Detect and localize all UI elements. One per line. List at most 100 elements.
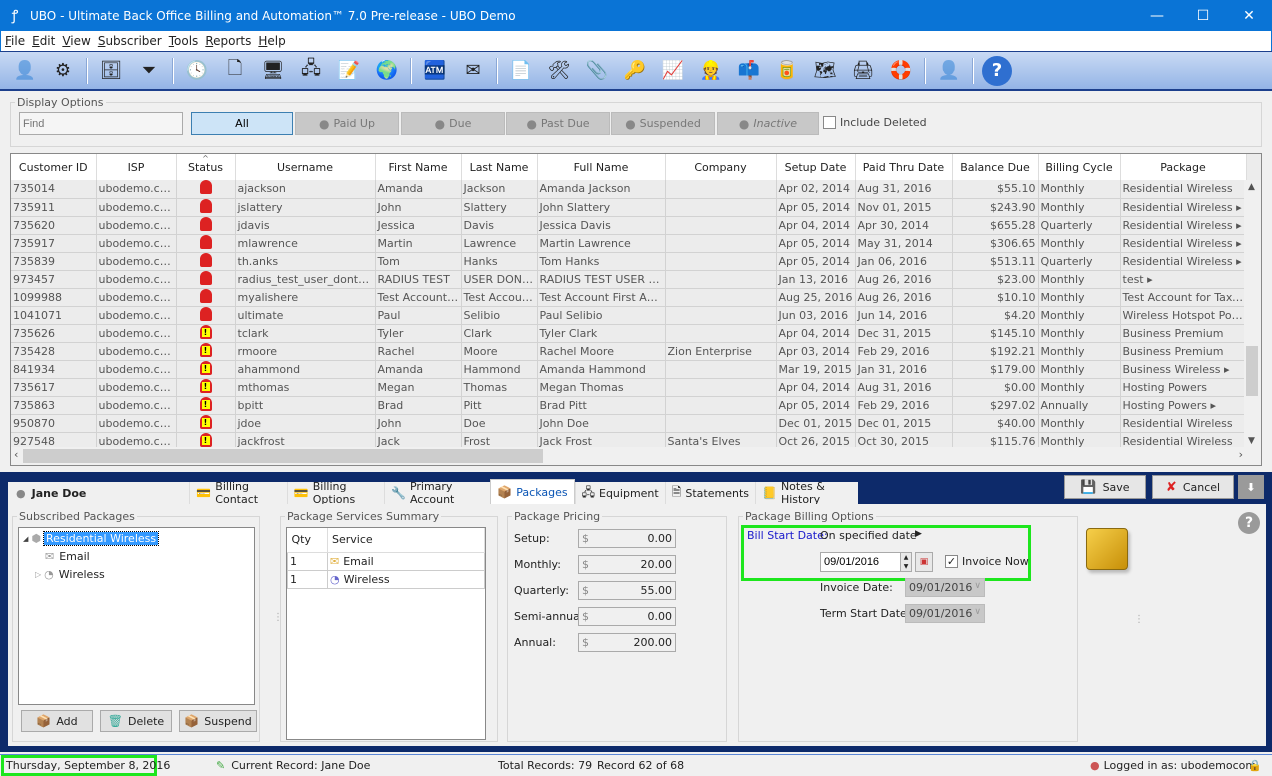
lifebuoy-icon[interactable]: 🛟: [886, 56, 916, 86]
filter-due-button[interactable]: ● Due: [401, 112, 505, 135]
minimize-button[interactable]: —: [1134, 0, 1180, 31]
collapse-button[interactable]: ⬇: [1238, 475, 1264, 499]
mailbox-icon[interactable]: 📫: [734, 56, 764, 86]
save-button[interactable]: 💾 Save: [1064, 475, 1146, 499]
close-button[interactable]: ✕: [1226, 0, 1272, 31]
filter-icon[interactable]: ⏷: [134, 56, 164, 86]
help-icon[interactable]: ?: [1238, 512, 1260, 534]
numbered-list-printer-icon[interactable]: 🖨: [848, 56, 878, 86]
table-row[interactable]: 735863ubodemo.com bpittBradPittBrad Pitt A…: [11, 396, 1247, 415]
globe-pin-icon[interactable]: 🌍: [372, 56, 402, 86]
menu-tools[interactable]: Tools: [169, 34, 199, 48]
menu-subscriber[interactable]: Subscriber: [98, 34, 162, 48]
filter-suspended-button[interactable]: ● Suspended: [611, 112, 715, 135]
table-row[interactable]: 735911 ubodemo.com jslattery John Slattery Jo…: [11, 198, 1247, 217]
filter-paid-up-button[interactable]: ● Paid Up: [295, 112, 399, 135]
column-header-package[interactable]: Package: [1120, 154, 1247, 180]
add-tool-note-icon[interactable]: 🛠: [544, 56, 574, 86]
price-field-setup[interactable]: $0.00: [578, 529, 676, 548]
add-note-icon[interactable]: 📄: [506, 56, 536, 86]
document-icon[interactable]: 🗋: [220, 56, 250, 86]
service-row[interactable]: 1 ✉ Email: [287, 551, 485, 571]
table-row[interactable]: 735617ubodemo.com mthomasMeganThomasMegan…: [11, 378, 1247, 397]
menu-edit[interactable]: Edit: [32, 34, 55, 48]
price-field-annual[interactable]: $200.00: [578, 633, 676, 652]
invoice-date-dropdown[interactable]: 09/01/2016 ∨: [905, 578, 985, 597]
splitter-grip[interactable]: ⋮: [1134, 615, 1144, 625]
menu-help[interactable]: Help: [258, 34, 285, 48]
technician-icon[interactable]: 👷: [696, 56, 726, 86]
column-header-company[interactable]: Company: [665, 154, 777, 180]
price-field-semi-annual[interactable]: $0.00: [578, 607, 676, 626]
tab-billing-contact[interactable]: 💳 Billing Contact: [189, 480, 286, 506]
column-header-setup-date[interactable]: Setup Date: [776, 154, 856, 180]
table-row[interactable]: 735428ubodemo.com rmooreRachelMooreRachel…: [11, 342, 1247, 361]
checkbox-box[interactable]: [823, 116, 836, 129]
tree-node-residential-wireless[interactable]: ◢ ⬢ Residential Wireless: [23, 531, 160, 546]
service-header[interactable]: Service: [327, 528, 485, 553]
email-money-icon[interactable]: ✉: [458, 56, 488, 86]
tree-node-wireless[interactable]: ▷ ◔ Wireless: [35, 568, 105, 581]
filter-inactive-button[interactable]: ● Inactive: [717, 112, 819, 135]
import-export-icon[interactable]: 🗄: [96, 56, 126, 86]
price-field-quarterly[interactable]: $55.00: [578, 581, 676, 600]
filter-all-button[interactable]: All: [191, 112, 293, 135]
grid-horizontal-scrollbar[interactable]: ‹ ›: [11, 447, 1261, 465]
help-icon[interactable]: ?: [982, 55, 1012, 86]
vertical-scroll-thumb[interactable]: [1246, 346, 1258, 396]
checklist-key-icon[interactable]: 🔑: [620, 56, 650, 86]
column-header-customer-id[interactable]: Customer ID: [11, 154, 97, 180]
tab-primary-account[interactable]: 🔧 Primary Account: [383, 480, 490, 506]
tab-billing-options[interactable]: 💳 Billing Options: [286, 480, 384, 506]
term-start-date-dropdown[interactable]: 09/01/2016 ∨: [905, 604, 985, 623]
add-attachment-icon[interactable]: 📎: [582, 56, 612, 86]
table-row[interactable]: 1041071 ubodemo.com ultimate Paul Selibio Pau…: [11, 306, 1247, 325]
menu-reports[interactable]: Reports: [205, 34, 251, 48]
packages-tree[interactable]: ◢ ⬢ Residential Wireless ✉ Email ▷ ◔ Wir…: [18, 527, 255, 705]
table-row[interactable]: 1099988 ubodemo.com myalishere Test Account…: [11, 288, 1247, 307]
table-row[interactable]: 841934ubodemo.com ahammondAmandaHammondAm…: [11, 360, 1247, 379]
table-row[interactable]: 735917 ubodemo.com mlawrence Martin Lawrence…: [11, 234, 1247, 253]
horizontal-scroll-thumb[interactable]: [23, 449, 543, 463]
clock-icon[interactable]: 🕓: [182, 56, 212, 86]
tab-packages[interactable]: 📦 Packages: [490, 479, 575, 504]
map-icon[interactable]: 🗺: [810, 56, 840, 86]
scroll-down-icon[interactable]: ▼: [1248, 436, 1255, 446]
user-computer-icon[interactable]: 🖥: [258, 56, 288, 86]
column-header-first-name[interactable]: First Name: [375, 154, 462, 180]
table-row[interactable]: 735626ubodemo.com tclarkTylerClarkTyler C…: [11, 324, 1247, 343]
date-spinner[interactable]: ▲ ▼: [900, 552, 912, 572]
calendar-button[interactable]: ▣: [915, 552, 933, 572]
find-input[interactable]: [19, 112, 183, 135]
column-header-last-name[interactable]: Last Name: [461, 154, 538, 180]
invoice-now-checkbox[interactable]: ✓ Invoice Now: [945, 555, 1029, 568]
column-header-billing-cycle[interactable]: Billing Cycle: [1038, 154, 1121, 180]
settings-gears-icon[interactable]: ⚙: [48, 56, 78, 86]
add-package-button[interactable]: 📦 Add: [21, 710, 93, 732]
spam-icon[interactable]: 🥫: [772, 56, 802, 86]
column-header-status[interactable]: Status ^: [176, 154, 236, 180]
maximize-button[interactable]: ☐: [1180, 0, 1226, 31]
bill-start-date-link[interactable]: Bill Start Date:: [747, 529, 828, 542]
tree-node-email[interactable]: ✉ Email: [45, 550, 90, 563]
column-header-paid-thru-date[interactable]: Paid Thru Date: [855, 154, 953, 180]
add-user-icon[interactable]: 👤: [10, 56, 40, 86]
cancel-button[interactable]: ✘ Cancel: [1152, 475, 1234, 499]
include-deleted-checkbox[interactable]: Include Deleted: [823, 116, 927, 129]
table-row[interactable]: 735839 ubodemo.com th.anks Tom Hanks Tom Hank…: [11, 252, 1247, 271]
dropdown-arrow-icon[interactable]: ▶: [915, 529, 922, 539]
filter-past-due-button[interactable]: ● Past Due: [506, 112, 610, 135]
menu-view[interactable]: View: [62, 34, 90, 48]
scroll-left-icon[interactable]: ‹: [14, 448, 18, 461]
column-header-balance-due[interactable]: Balance Due: [952, 154, 1039, 180]
splitter-grip[interactable]: ⋮: [273, 613, 283, 623]
price-field-monthly[interactable]: $20.00: [578, 555, 676, 574]
expanded-triangle-icon[interactable]: ◢: [23, 535, 28, 543]
table-row[interactable]: 973457 ubodemo.com radius_test_user_dont_d…: [11, 270, 1247, 289]
column-header-username[interactable]: Username: [235, 154, 376, 180]
chart-icon[interactable]: 📈: [658, 56, 688, 86]
scroll-up-icon[interactable]: ▲: [1248, 182, 1255, 192]
checkbox-checked[interactable]: ✓: [945, 555, 958, 568]
column-header-full-name[interactable]: Full Name: [537, 154, 666, 180]
tab-statements[interactable]: 🗎 Statements: [664, 482, 755, 504]
